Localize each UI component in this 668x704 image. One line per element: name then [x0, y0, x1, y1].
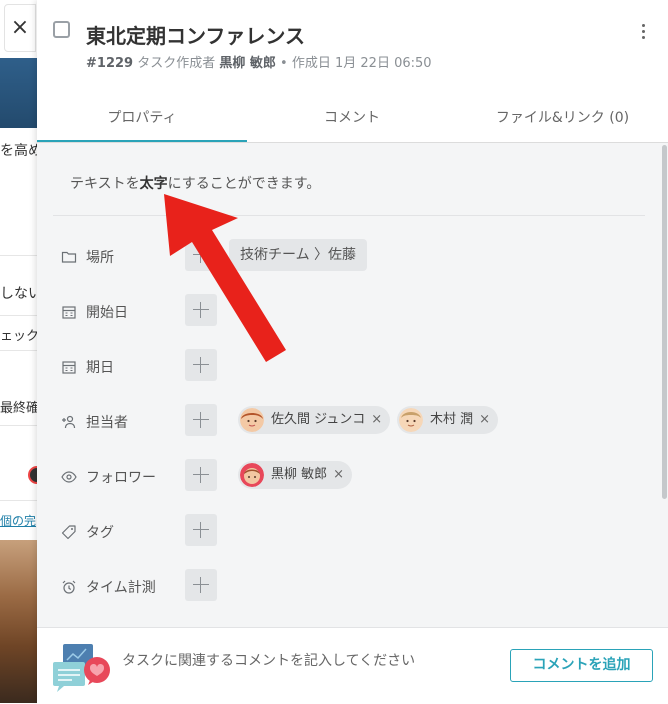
tab-properties[interactable]: プロパティ [37, 100, 247, 142]
tab-bar: プロパティ コメント ファイル&リンク (0) [37, 100, 668, 143]
tag-icon [61, 525, 76, 540]
property-label: 期日 [86, 360, 114, 376]
description-text: テキストを [70, 176, 140, 192]
background-link[interactable]: 個の完 [0, 512, 36, 529]
background-photo [0, 540, 37, 703]
assignee-chip[interactable]: 佐久間 ジュンコ × [238, 406, 391, 434]
remove-assignee-icon[interactable]: × [371, 412, 382, 427]
background-avatar [28, 466, 37, 484]
close-panel-button[interactable]: × [4, 4, 36, 52]
remove-follower-icon[interactable]: × [333, 467, 344, 482]
eye-icon [61, 471, 77, 483]
comment-illustration-icon [53, 644, 110, 692]
background-text: 最終確認 [0, 401, 37, 416]
divider [53, 215, 645, 216]
avatar [240, 408, 264, 432]
task-id: #1229 [86, 56, 134, 71]
add-person-icon [62, 415, 76, 429]
background-divider [0, 350, 37, 351]
property-label: 担当者 [86, 415, 128, 431]
property-time-tracking: タイム計測 [37, 567, 668, 607]
background-divider [0, 425, 37, 426]
property-label: タグ [86, 525, 114, 541]
task-detail-panel: 東北定期コンファレンス #1229 タスク作成者 黒柳 敏郎 • 作成日 1月 … [37, 0, 668, 704]
avatar [399, 408, 423, 432]
add-due-date-button[interactable] [185, 349, 217, 381]
property-label: タイム計測 [86, 580, 156, 596]
add-assignee-button[interactable] [185, 404, 217, 436]
task-meta: #1229 タスク作成者 黒柳 敏郎 • 作成日 1月 22日 06:50 [86, 52, 432, 71]
property-assignee: 担当者 佐久間 ジュンコ × 木村 潤 × [37, 402, 668, 442]
assignee-chip[interactable]: 木村 潤 × [397, 406, 499, 434]
created-date: 1月 22日 06:50 [335, 56, 432, 71]
property-tags: タグ [37, 512, 668, 552]
comment-footer: タスクに関連するコメントを記入してください コメントを追加 [37, 627, 668, 704]
location-chip[interactable]: 技術チーム 〉佐藤 [229, 239, 368, 271]
task-description[interactable]: テキストを太字にすることができます。 [70, 173, 320, 193]
task-title[interactable]: 東北定期コンファレンス [86, 20, 305, 49]
background-app: を高め しない ェック 最終確認 個の完 [0, 0, 37, 703]
creator-label: タスク作成者 [137, 56, 216, 71]
property-location: 場所 技術チーム 〉佐藤 [37, 237, 668, 277]
add-comment-button[interactable]: コメントを追加 [510, 649, 653, 682]
background-banner [0, 58, 37, 128]
more-options-icon[interactable] [637, 24, 649, 44]
property-start-date: 開始日 [37, 292, 668, 332]
follower-name: 黒柳 敏郎 [271, 467, 328, 482]
add-location-button[interactable] [185, 239, 217, 271]
background-text: ェック [0, 329, 37, 344]
folder-icon [61, 251, 77, 263]
comment-prompt[interactable]: タスクに関連するコメントを記入してください [122, 650, 415, 670]
task-creator: 黒柳 敏郎 [219, 56, 276, 71]
remove-assignee-icon[interactable]: × [479, 412, 490, 427]
background-divider [0, 255, 37, 256]
calendar-icon [62, 306, 76, 319]
background-divider [0, 500, 37, 501]
description-bold-text: 太字 [139, 176, 168, 192]
background-text: を高め [0, 143, 37, 159]
alarm-clock-icon [62, 580, 76, 594]
created-label: • 作成日 [280, 56, 331, 71]
assignee-name: 佐久間 ジュンコ [271, 412, 366, 427]
assignee-name: 木村 潤 [430, 412, 474, 427]
add-time-tracking-button[interactable] [185, 569, 217, 601]
property-label: 場所 [86, 250, 114, 266]
description-text: にすることができます。 [167, 176, 321, 192]
property-label: フォロワー [86, 470, 156, 486]
add-start-date-button[interactable] [185, 294, 217, 326]
background-text: しない [0, 286, 37, 302]
task-header: 東北定期コンファレンス #1229 タスク作成者 黒柳 敏郎 • 作成日 1月 … [37, 0, 668, 143]
avatar [240, 463, 264, 487]
add-tag-button[interactable] [185, 514, 217, 546]
follower-chip[interactable]: 黒柳 敏郎 × [238, 461, 353, 489]
background-divider [0, 315, 37, 316]
property-followers: フォロワー 黒柳 敏郎 × [37, 457, 668, 497]
property-label: 開始日 [86, 305, 128, 321]
tab-files-links[interactable]: ファイル&リンク (0) [457, 100, 668, 142]
calendar-icon [62, 361, 76, 374]
property-due-date: 期日 [37, 347, 668, 387]
properties-body: テキストを太字にすることができます。 場所 技術チーム 〉佐藤 開始日 期日 担… [37, 143, 668, 627]
tab-comments[interactable]: コメント [247, 100, 457, 142]
add-follower-button[interactable] [185, 459, 217, 491]
task-complete-checkbox[interactable] [53, 21, 70, 38]
